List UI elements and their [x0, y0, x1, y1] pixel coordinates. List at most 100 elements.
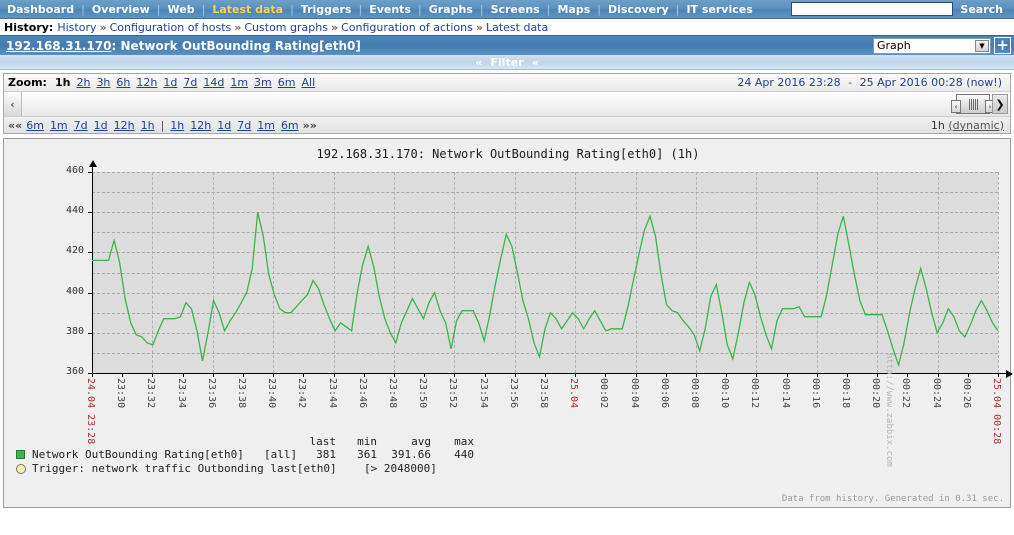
- main-menu-items: Dashboard | Overview | Web | Latest data | Trigg…: [0, 3, 760, 16]
- y-axis-tick-label: 380: [65, 325, 84, 337]
- menu-item-latest-data[interactable]: Latest data: [205, 3, 290, 16]
- search-area: Search: [791, 2, 1014, 16]
- shift-back-1h[interactable]: 1h: [141, 119, 155, 132]
- breadcrumb-item-configuration-of-hosts[interactable]: Configuration of hosts: [110, 21, 232, 34]
- graph-footer: Data from history. Generated in 0.31 sec…: [781, 494, 1004, 504]
- zoom-option-3h[interactable]: 3h: [96, 76, 110, 89]
- shift-forward-1m[interactable]: 1m: [257, 119, 275, 132]
- shift-forward-1d[interactable]: 1d: [217, 119, 231, 132]
- y-axis-tick-label: 400: [65, 285, 84, 297]
- breadcrumb-label: History:: [4, 20, 54, 34]
- zoom-option-1h[interactable]: 1h: [55, 76, 71, 89]
- zoom-option-1m[interactable]: 1m: [230, 76, 248, 89]
- x-axis-tick-label: 00:06: [658, 378, 670, 409]
- breadcrumb-separator: »: [99, 20, 107, 34]
- menu-item-triggers[interactable]: Triggers: [294, 3, 359, 16]
- menu-item-it-services[interactable]: IT services: [679, 3, 759, 16]
- x-axis-tick-label: 23:56: [507, 378, 519, 409]
- x-axis-tick-label: 23:46: [356, 378, 368, 409]
- menu-item-discovery[interactable]: Discovery: [601, 3, 676, 16]
- thumb-resize-left-handle[interactable]: ‹: [951, 100, 961, 113]
- menu-item-dashboard[interactable]: Dashboard: [0, 3, 81, 16]
- x-axis-arrow-icon: [1006, 370, 1013, 378]
- menu-item-graphs[interactable]: Graphs: [422, 3, 480, 16]
- shift-back-1m[interactable]: 1m: [50, 119, 68, 132]
- y-axis-arrow-icon: [89, 160, 97, 167]
- date-range-now: (now!): [966, 76, 1002, 89]
- zoom-option-2h[interactable]: 2h: [76, 76, 90, 89]
- zoom-options: 1h 2h 3h 6h 12h 1d 7d 14d 1m 3m 6m All: [52, 76, 318, 89]
- x-axis-tick-label: 23:38: [236, 378, 247, 409]
- shift-back-12h[interactable]: 12h: [114, 119, 135, 132]
- x-axis-tick-label: 23:48: [387, 378, 398, 409]
- trigger-color-swatch: [16, 464, 26, 474]
- menu-item-screens[interactable]: Screens: [484, 3, 547, 16]
- shift-right-all-icon[interactable]: »»: [303, 119, 317, 132]
- series-line-Network OutBounding Rating[eth0]: [92, 212, 998, 368]
- legend-value-avg: 391.66: [391, 448, 431, 461]
- menu-item-web[interactable]: Web: [161, 3, 202, 16]
- period-slider-row[interactable]: ‹ ‹ › ❯: [4, 92, 1010, 117]
- period-shift-row: «« 6m 1m 7d 1d 12h 1h | 1h 12h 1d 7d 1m 6m »» 1h (…: [4, 117, 1010, 133]
- zoom-row: Zoom: 1h 2h 3h 6h 12h 1d 7d 14d 1m 3m 6m All 24 Apr…: [4, 74, 1010, 92]
- legend-trigger-expression: [> 2048000]: [364, 462, 437, 475]
- period-scroll-left-button[interactable]: ‹: [4, 92, 22, 116]
- shift-forward-12h[interactable]: 12h: [190, 119, 211, 132]
- menu-item-events[interactable]: Events: [362, 3, 418, 16]
- search-button[interactable]: Search: [953, 3, 1010, 16]
- page-title-host[interactable]: 192.168.31.170: [6, 39, 112, 53]
- zoom-option-6m[interactable]: 6m: [278, 76, 296, 89]
- zoom-option-14d[interactable]: 14d: [203, 76, 224, 89]
- x-axis-tick-label: 23:52: [447, 378, 459, 409]
- view-type-select[interactable]: Graph ▼: [873, 37, 991, 54]
- breadcrumb-item-history[interactable]: History: [57, 21, 96, 34]
- shift-forward-7d[interactable]: 7d: [237, 119, 251, 132]
- view-type-value: Graph: [877, 39, 911, 52]
- breadcrumb-item-custom-graphs[interactable]: Custom graphs: [244, 21, 328, 34]
- x-axis-tick-label: 23:58: [538, 378, 549, 409]
- menu-item-maps[interactable]: Maps: [550, 3, 597, 16]
- zoom-option-12h[interactable]: 12h: [136, 76, 157, 89]
- shift-forward-1h[interactable]: 1h: [170, 119, 184, 132]
- x-axis-tick-label: 00:04: [628, 378, 640, 409]
- x-axis-tick-label: 00:18: [840, 378, 851, 409]
- legend-series-scope: [all]: [264, 448, 298, 461]
- shift-divider: |: [160, 118, 165, 132]
- shift-back-6m[interactable]: 6m: [26, 119, 44, 132]
- menu-item-overview[interactable]: Overview: [85, 3, 157, 16]
- search-input[interactable]: [791, 2, 954, 16]
- zoom-option-7d[interactable]: 7d: [183, 76, 197, 89]
- legend-trigger-text: Trigger: network traffic Outbonding last…: [32, 462, 337, 475]
- zoom-option-all[interactable]: All: [301, 76, 315, 89]
- date-range-to[interactable]: 25 Apr 2016 00:28: [860, 76, 963, 89]
- graph-panel: 192.168.31.170: Network OutBounding Rati…: [3, 138, 1013, 508]
- shift-left-all-icon[interactable]: ««: [8, 119, 22, 132]
- breadcrumb-item-latest-data[interactable]: Latest data: [486, 21, 548, 34]
- x-axis-tick-label: 00:12: [749, 378, 761, 409]
- shift-forward-6m[interactable]: 6m: [281, 119, 299, 132]
- filter-label: Filter: [490, 55, 524, 69]
- zoom-option-6h[interactable]: 6h: [116, 76, 130, 89]
- y-axis-tick-label: 440: [65, 205, 84, 217]
- zoom-option-3m[interactable]: 3m: [254, 76, 272, 89]
- page-header: 192.168.31.170: Network OutBounding Rati…: [0, 35, 1014, 55]
- breadcrumb-item-configuration-of-actions[interactable]: Configuration of actions: [341, 21, 473, 34]
- x-axis-tick-label: 23:32: [145, 378, 157, 409]
- period-slider-thumb[interactable]: ‹ ›: [951, 94, 995, 114]
- graph-title: 192.168.31.170: Network OutBounding Rati…: [316, 147, 700, 161]
- x-axis-tick-label: 00:20: [870, 378, 882, 409]
- legend-header-max: max: [454, 435, 474, 448]
- grip-line: [972, 98, 974, 110]
- chevron-down-icon[interactable]: ▼: [975, 39, 989, 52]
- period-selector: Zoom: 1h 2h 3h 6h 12h 1d 7d 14d 1m 3m 6m All 24 Apr…: [3, 73, 1011, 134]
- legend-value-min: 361: [357, 448, 377, 461]
- x-axis-tick-label: 24.04 23:28: [85, 378, 96, 445]
- date-range-from[interactable]: 24 Apr 2016 23:28: [737, 76, 840, 89]
- filter-toggle-bar[interactable]: « Filter «: [0, 55, 1014, 70]
- zoom-option-1d[interactable]: 1d: [163, 76, 177, 89]
- shift-back-1d[interactable]: 1d: [94, 119, 108, 132]
- shift-back-7d[interactable]: 7d: [74, 119, 88, 132]
- dynamic-toggle[interactable]: (dynamic): [948, 119, 1004, 132]
- add-favourite-button[interactable]: +: [994, 37, 1011, 54]
- period-scroll-right-button[interactable]: ❯: [992, 94, 1008, 114]
